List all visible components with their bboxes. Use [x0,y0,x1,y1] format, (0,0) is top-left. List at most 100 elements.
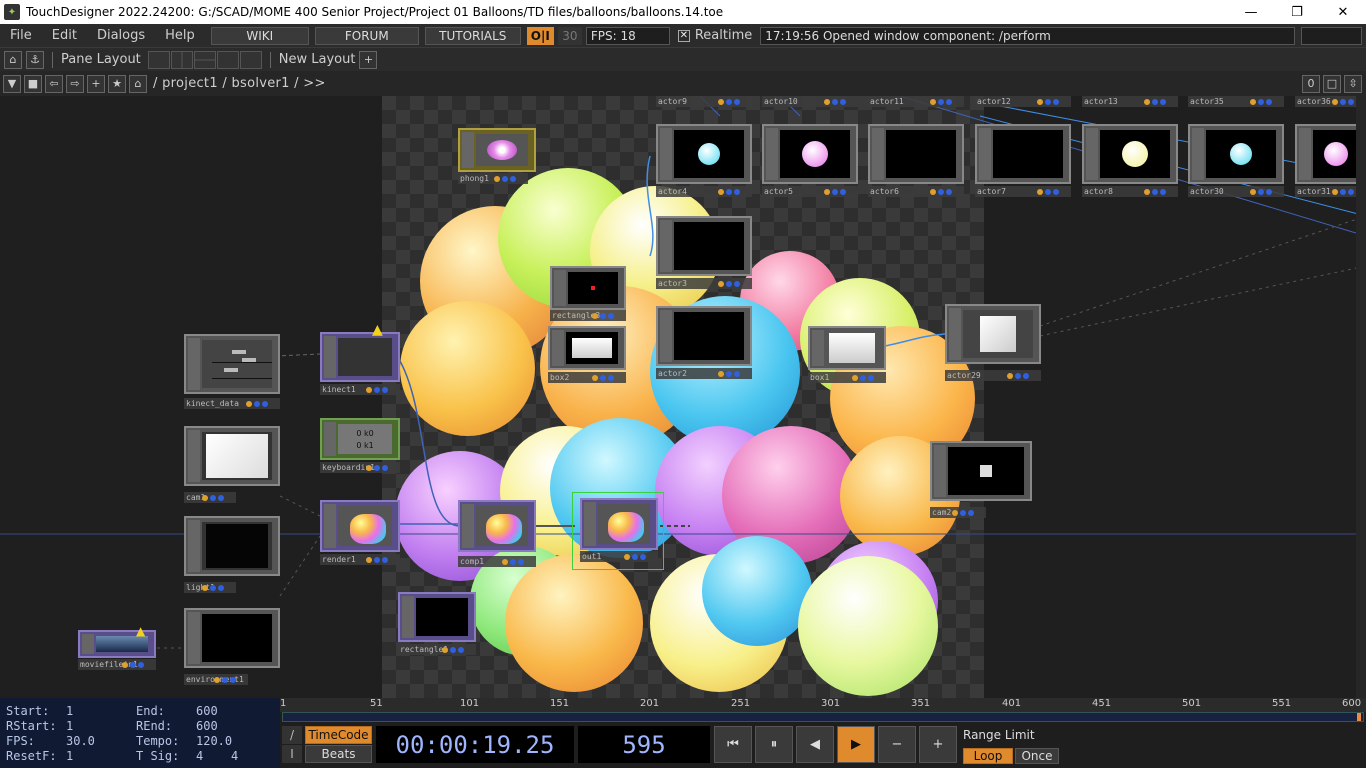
node-flag-dot[interactable] [624,553,630,560]
node-flag-dot[interactable] [1332,188,1338,195]
node-flag-dots[interactable] [202,582,224,593]
node-flag-dots[interactable] [202,492,224,503]
forward-arrow-icon[interactable]: ⇨ [66,74,84,93]
layout-triple-button[interactable] [216,50,239,69]
node-flag-dot[interactable] [458,646,464,653]
realtime-checkbox[interactable]: ✕ [677,29,690,42]
node-flag-dot[interactable] [1160,98,1166,105]
node-flag-dot[interactable] [718,98,724,105]
node-flag-dot[interactable] [1332,98,1338,105]
end-value[interactable]: 600 [196,704,218,718]
maximize-button[interactable]: ❐ [1274,0,1320,24]
stop-icon[interactable]: ■ [24,74,42,93]
node-flag-dot[interactable] [1015,372,1021,379]
timeline-scrollbar[interactable] [282,712,1364,722]
node-flag-dot[interactable] [726,370,732,377]
node-flag-dot[interactable] [382,464,388,471]
node-flag-dots[interactable] [824,186,846,197]
node-flag-dots[interactable] [1250,96,1272,107]
forum-button[interactable]: FORUM [314,26,419,45]
node-flag-dot[interactable] [510,175,516,182]
node-flag-dot[interactable] [502,175,508,182]
slash-toggle[interactable]: / [282,726,302,744]
node-flag-dot[interactable] [608,312,614,319]
node-flag-dot[interactable] [946,188,952,195]
node-flag-dot[interactable] [938,188,944,195]
network-path[interactable]: / project1 / bsolver1 / >> [153,76,326,91]
dropdown-icon[interactable]: ▼ [3,74,21,93]
node-flag-dot[interactable] [1250,98,1256,105]
node-flag-dot[interactable] [640,553,646,560]
node-flag-dots[interactable] [1144,186,1166,197]
node-flag-dot[interactable] [382,386,388,393]
node-flag-dot[interactable] [210,584,216,591]
start-value[interactable]: 1 [66,704,73,718]
node-flag-dot[interactable] [600,312,606,319]
node-flag-dot[interactable] [930,98,936,105]
node-flag-dot[interactable] [1045,98,1051,105]
node-flag-dot[interactable] [1266,188,1272,195]
network-view-icon[interactable]: ⌂ [4,50,22,69]
node-flag-dot[interactable] [254,400,260,407]
node-flag-dot[interactable] [210,494,216,501]
node-flag-dot[interactable] [262,400,268,407]
node-flag-dot[interactable] [374,464,380,471]
node-flag-dot[interactable] [1144,188,1150,195]
add-layout-button[interactable]: + [359,50,378,69]
layout-quad-button[interactable] [239,50,262,69]
rstart-value[interactable]: 1 [66,719,73,733]
node-flag-dot[interactable] [860,374,866,381]
node-flag-dot[interactable] [930,188,936,195]
node-flag-dot[interactable] [218,584,224,591]
layout-split-v-button[interactable] [170,50,193,69]
node-flag-dot[interactable] [1144,98,1150,105]
node-flag-dot[interactable] [1348,188,1354,195]
node-flag-dot[interactable] [1340,188,1346,195]
menu-file[interactable]: File [0,28,42,43]
node-flag-dot[interactable] [824,188,830,195]
close-button[interactable]: ✕ [1320,0,1366,24]
node-flag-dot[interactable] [366,386,372,393]
rend-value[interactable]: 600 [196,719,218,733]
rewind-to-start-button[interactable]: ⏮ [714,726,752,763]
node-flag-dot[interactable] [832,188,838,195]
node-flag-dot[interactable] [734,98,740,105]
node-flag-dot[interactable] [374,556,380,563]
node-flag-dot[interactable] [1258,98,1264,105]
once-button[interactable]: Once [1015,748,1059,764]
node-flag-dots[interactable] [718,278,740,289]
node-flag-dots[interactable] [1332,96,1354,107]
play-forward-button[interactable]: ▶ [837,726,875,763]
node-flag-dots[interactable] [246,398,268,409]
node-flag-dots[interactable] [366,462,388,473]
node-flag-dot[interactable] [1053,98,1059,105]
node-flag-dot[interactable] [608,374,614,381]
step-forward-button[interactable]: + [919,726,957,763]
layout-single-button[interactable] [147,50,170,69]
node-flag-dot[interactable] [1037,98,1043,105]
node-flag-dot[interactable] [502,558,508,565]
node-flag-dot[interactable] [868,374,874,381]
menu-dialogs[interactable]: Dialogs [87,28,155,43]
node-flag-dots[interactable] [852,372,874,383]
node-flag-dot[interactable] [510,558,516,565]
node-flag-dot[interactable] [1045,188,1051,195]
tutorials-button[interactable]: TUTORIALS [424,26,521,45]
node-flag-dot[interactable] [450,646,456,653]
node-flag-dot[interactable] [726,98,732,105]
bar-toggle[interactable]: I [282,745,302,763]
node-flag-dot[interactable] [832,98,838,105]
node-flag-dots[interactable] [1250,186,1272,197]
node-flag-dots[interactable] [366,554,388,565]
node-flag-dot[interactable] [518,558,524,565]
play-reverse-button[interactable]: ◀ [796,726,834,763]
node-flag-dot[interactable] [960,509,966,516]
node-flag-dots[interactable] [366,384,388,395]
node-flag-dot[interactable] [852,374,858,381]
node-flag-dots[interactable] [592,372,614,383]
node-flag-dot[interactable] [968,509,974,516]
node-flag-dot[interactable] [218,494,224,501]
anchor-icon[interactable]: ⚓ [26,50,44,69]
node-flag-dot[interactable] [718,280,724,287]
node-flag-dot[interactable] [734,280,740,287]
